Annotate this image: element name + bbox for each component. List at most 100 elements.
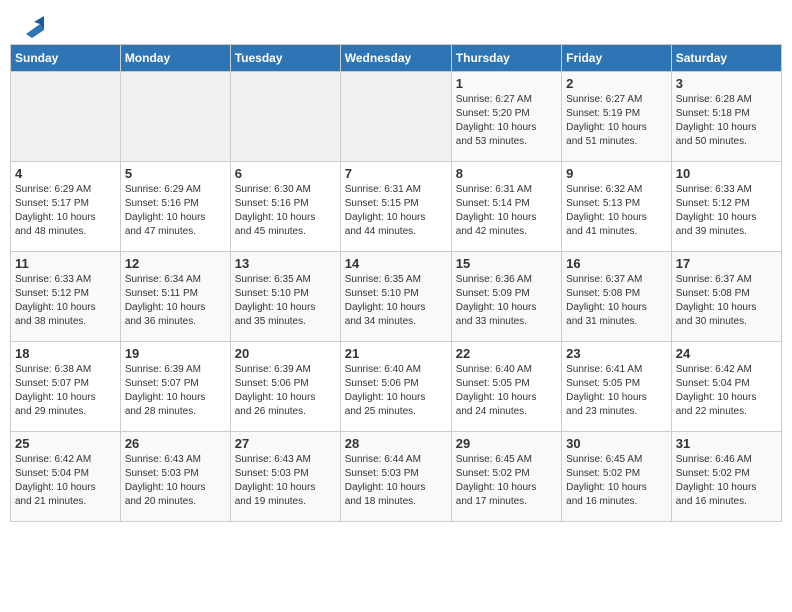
day-number: 5 <box>125 166 226 181</box>
calendar-week-1: 1 Sunrise: 6:27 AM Sunset: 5:20 PM Daylig… <box>11 72 782 162</box>
day-info: Sunrise: 6:39 AM Sunset: 5:07 PM Dayligh… <box>125 363 226 419</box>
calendar-cell: 13Sunrise: 6:35 AM Sunset: 5:10 PM Dayli… <box>230 252 340 342</box>
day-number: 24 <box>676 346 777 361</box>
calendar-cell: 25 Sunrise: 6:42 AM Sunset: 5:04 PM Dayli… <box>11 432 121 522</box>
day-number: 1 <box>456 76 557 91</box>
day-info: Sunrise: 6:34 AM Sunset: 5:11 PM Dayligh… <box>125 273 226 329</box>
day-info: Sunrise: 6:28 AM Sunset: 5:18 PM Dayligh… <box>676 93 777 149</box>
day-info: Sunrise: 6:33 AM Sunset: 5:12 PM Dayligh… <box>15 273 116 329</box>
day-info: Sunrise: 6:42 AM Sunset: 5:04 PM Dayligh… <box>676 363 777 419</box>
weekday-header-sunday: Sunday <box>11 45 121 72</box>
day-info: Sunrise: 6:27 AM Sunset: 5:20 PM Dayligh… <box>456 93 557 149</box>
day-info: Sunrise: 6:31 AM Sunset: 5:15 PM Dayligh… <box>345 183 447 239</box>
day-info: Sunrise: 6:29 AM Sunset: 5:17 PM Dayligh… <box>15 183 116 239</box>
day-number: 2 <box>566 76 667 91</box>
weekday-header-saturday: Saturday <box>671 45 781 72</box>
calendar-cell: 30 Sunrise: 6:45 AM Sunset: 5:02 PM Dayli… <box>562 432 672 522</box>
calendar-cell: 24 Sunrise: 6:42 AM Sunset: 5:04 PM Dayli… <box>671 342 781 432</box>
day-number: 3 <box>676 76 777 91</box>
day-number: 30 <box>566 436 667 451</box>
calendar-cell: 21Sunrise: 6:40 AM Sunset: 5:06 PM Dayli… <box>340 342 451 432</box>
day-number: 7 <box>345 166 447 181</box>
day-info: Sunrise: 6:37 AM Sunset: 5:08 PM Dayligh… <box>676 273 777 329</box>
calendar-cell: 23 Sunrise: 6:41 AM Sunset: 5:05 PM Dayli… <box>562 342 672 432</box>
day-number: 16 <box>566 256 667 271</box>
weekday-header-wednesday: Wednesday <box>340 45 451 72</box>
day-info: Sunrise: 6:45 AM Sunset: 5:02 PM Dayligh… <box>456 453 557 509</box>
day-number: 29 <box>456 436 557 451</box>
logo-icon <box>22 16 44 38</box>
day-info: Sunrise: 6:44 AM Sunset: 5:03 PM Dayligh… <box>345 453 447 509</box>
day-number: 22 <box>456 346 557 361</box>
calendar-week-4: 18 Sunrise: 6:38 AM Sunset: 5:07 PM Dayli… <box>11 342 782 432</box>
day-number: 21 <box>345 346 447 361</box>
day-info: Sunrise: 6:36 AM Sunset: 5:09 PM Dayligh… <box>456 273 557 329</box>
day-number: 28 <box>345 436 447 451</box>
day-info: Sunrise: 6:39 AM Sunset: 5:06 PM Dayligh… <box>235 363 336 419</box>
calendar-cell: 20 Sunrise: 6:39 AM Sunset: 5:06 PM Dayli… <box>230 342 340 432</box>
calendar-cell: 7 Sunrise: 6:31 AM Sunset: 5:15 PM Daylig… <box>340 162 451 252</box>
calendar-cell: 10 Sunrise: 6:33 AM Sunset: 5:12 PM Dayli… <box>671 162 781 252</box>
calendar-cell: 12Sunrise: 6:34 AM Sunset: 5:11 PM Dayli… <box>120 252 230 342</box>
logo <box>20 18 44 34</box>
calendar-cell: 1 Sunrise: 6:27 AM Sunset: 5:20 PM Daylig… <box>451 72 561 162</box>
day-info: Sunrise: 6:33 AM Sunset: 5:12 PM Dayligh… <box>676 183 777 239</box>
day-number: 18 <box>15 346 116 361</box>
calendar-cell: 27 Sunrise: 6:43 AM Sunset: 5:03 PM Dayli… <box>230 432 340 522</box>
page-header <box>10 10 782 38</box>
day-number: 31 <box>676 436 777 451</box>
day-info: Sunrise: 6:30 AM Sunset: 5:16 PM Dayligh… <box>235 183 336 239</box>
calendar-cell: 6Sunrise: 6:30 AM Sunset: 5:16 PM Daylig… <box>230 162 340 252</box>
calendar-cell: 5 Sunrise: 6:29 AM Sunset: 5:16 PM Daylig… <box>120 162 230 252</box>
day-number: 15 <box>456 256 557 271</box>
calendar-week-5: 25 Sunrise: 6:42 AM Sunset: 5:04 PM Dayli… <box>11 432 782 522</box>
calendar-cell: 14 Sunrise: 6:35 AM Sunset: 5:10 PM Dayli… <box>340 252 451 342</box>
day-number: 19 <box>125 346 226 361</box>
day-number: 9 <box>566 166 667 181</box>
calendar-week-2: 4 Sunrise: 6:29 AM Sunset: 5:17 PM Daylig… <box>11 162 782 252</box>
day-info: Sunrise: 6:35 AM Sunset: 5:10 PM Dayligh… <box>345 273 447 329</box>
weekday-header-row: SundayMondayTuesdayWednesdayThursdayFrid… <box>11 45 782 72</box>
calendar-cell: 16 Sunrise: 6:37 AM Sunset: 5:08 PM Dayli… <box>562 252 672 342</box>
weekday-header-tuesday: Tuesday <box>230 45 340 72</box>
day-number: 14 <box>345 256 447 271</box>
day-number: 11 <box>15 256 116 271</box>
day-info: Sunrise: 6:31 AM Sunset: 5:14 PM Dayligh… <box>456 183 557 239</box>
day-info: Sunrise: 6:45 AM Sunset: 5:02 PM Dayligh… <box>566 453 667 509</box>
calendar-cell <box>340 72 451 162</box>
calendar-cell: 28 Sunrise: 6:44 AM Sunset: 5:03 PM Dayli… <box>340 432 451 522</box>
day-info: Sunrise: 6:43 AM Sunset: 5:03 PM Dayligh… <box>235 453 336 509</box>
day-info: Sunrise: 6:42 AM Sunset: 5:04 PM Dayligh… <box>15 453 116 509</box>
day-info: Sunrise: 6:46 AM Sunset: 5:02 PM Dayligh… <box>676 453 777 509</box>
day-info: Sunrise: 6:41 AM Sunset: 5:05 PM Dayligh… <box>566 363 667 419</box>
day-info: Sunrise: 6:38 AM Sunset: 5:07 PM Dayligh… <box>15 363 116 419</box>
day-number: 17 <box>676 256 777 271</box>
day-number: 20 <box>235 346 336 361</box>
calendar-cell: 22Sunrise: 6:40 AM Sunset: 5:05 PM Dayli… <box>451 342 561 432</box>
calendar-cell: 9 Sunrise: 6:32 AM Sunset: 5:13 PM Daylig… <box>562 162 672 252</box>
day-info: Sunrise: 6:35 AM Sunset: 5:10 PM Dayligh… <box>235 273 336 329</box>
day-number: 4 <box>15 166 116 181</box>
calendar-cell: 29 Sunrise: 6:45 AM Sunset: 5:02 PM Dayli… <box>451 432 561 522</box>
day-number: 25 <box>15 436 116 451</box>
calendar-cell: 4 Sunrise: 6:29 AM Sunset: 5:17 PM Daylig… <box>11 162 121 252</box>
weekday-header-friday: Friday <box>562 45 672 72</box>
day-number: 8 <box>456 166 557 181</box>
day-number: 27 <box>235 436 336 451</box>
day-number: 10 <box>676 166 777 181</box>
day-info: Sunrise: 6:32 AM Sunset: 5:13 PM Dayligh… <box>566 183 667 239</box>
calendar-cell: 2Sunrise: 6:27 AM Sunset: 5:19 PM Daylig… <box>562 72 672 162</box>
day-info: Sunrise: 6:37 AM Sunset: 5:08 PM Dayligh… <box>566 273 667 329</box>
calendar-cell: 11 Sunrise: 6:33 AM Sunset: 5:12 PM Dayli… <box>11 252 121 342</box>
weekday-header-thursday: Thursday <box>451 45 561 72</box>
day-number: 26 <box>125 436 226 451</box>
calendar-week-3: 11 Sunrise: 6:33 AM Sunset: 5:12 PM Dayli… <box>11 252 782 342</box>
calendar-cell <box>230 72 340 162</box>
day-number: 23 <box>566 346 667 361</box>
day-info: Sunrise: 6:43 AM Sunset: 5:03 PM Dayligh… <box>125 453 226 509</box>
calendar-cell: 26 Sunrise: 6:43 AM Sunset: 5:03 PM Dayli… <box>120 432 230 522</box>
calendar-cell: 19 Sunrise: 6:39 AM Sunset: 5:07 PM Dayli… <box>120 342 230 432</box>
calendar-table: SundayMondayTuesdayWednesdayThursdayFrid… <box>10 44 782 522</box>
day-info: Sunrise: 6:29 AM Sunset: 5:16 PM Dayligh… <box>125 183 226 239</box>
calendar-cell <box>11 72 121 162</box>
